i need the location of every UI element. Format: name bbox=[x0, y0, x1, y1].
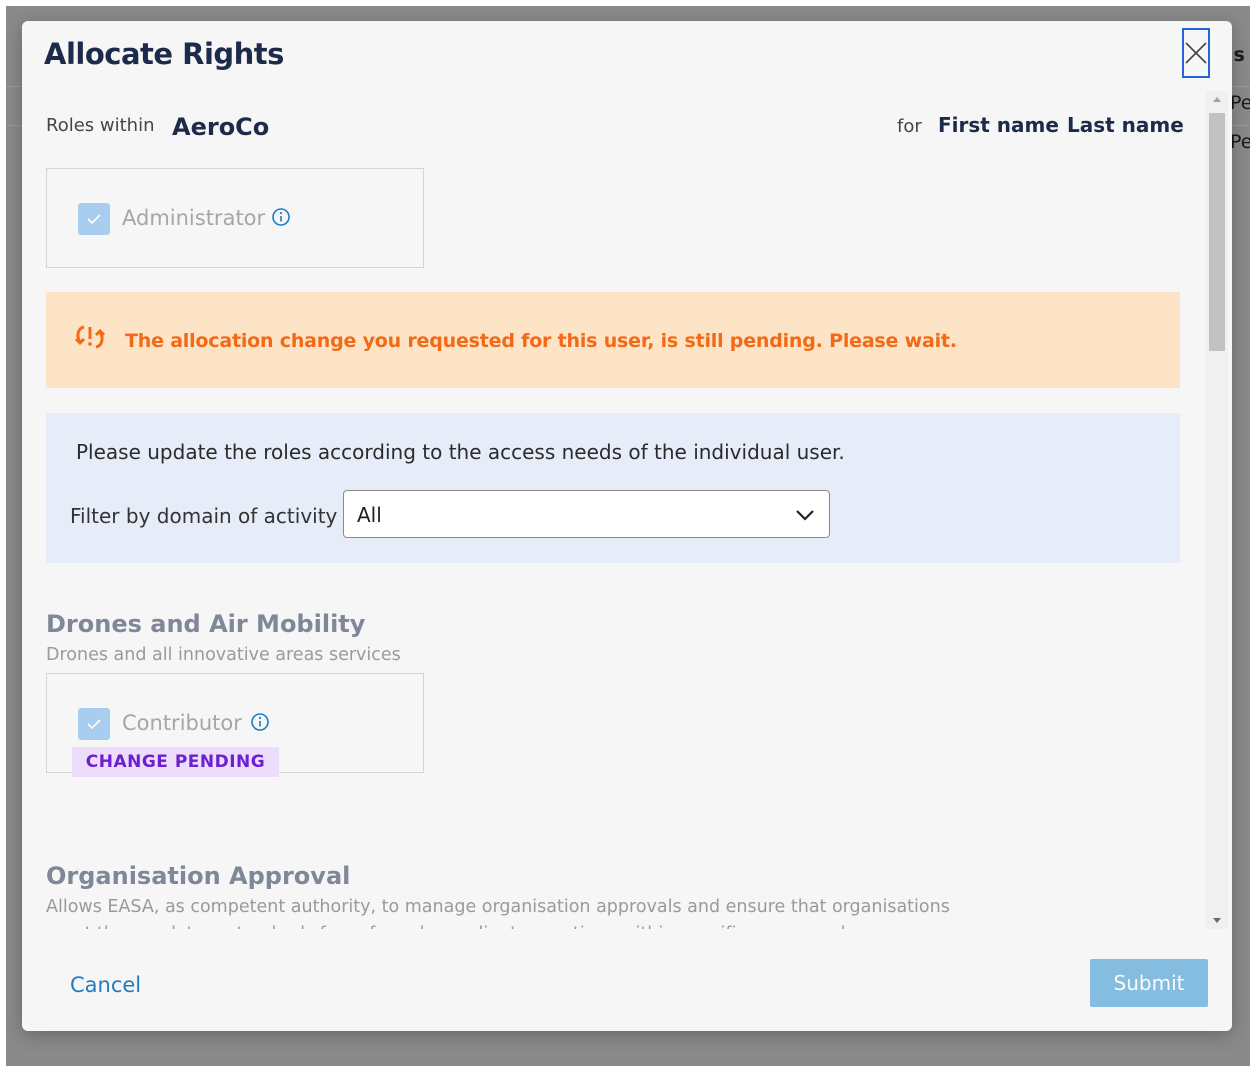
chevron-down-icon bbox=[796, 510, 814, 521]
section-title-drones: Drones and Air Mobility bbox=[46, 610, 366, 638]
section-title-organisation-approval: Organisation Approval bbox=[46, 862, 351, 890]
scroll-down-arrow-icon[interactable] bbox=[1213, 918, 1221, 923]
instructions-text: Please update the roles according to the… bbox=[76, 440, 845, 464]
checkmark-icon bbox=[87, 719, 101, 730]
role-card-administrator: Administrator bbox=[46, 168, 424, 268]
role-card-contributor: Contributor CHANGE PENDING bbox=[46, 673, 424, 777]
dialog-title: Allocate Rights bbox=[44, 37, 284, 71]
checkmark-icon bbox=[87, 214, 101, 225]
user-first-name: First name bbox=[938, 113, 1059, 137]
for-label: for bbox=[897, 116, 922, 137]
dialog-content: Roles within AeroCo for First name Last … bbox=[22, 91, 1207, 929]
contributor-checkbox[interactable] bbox=[78, 708, 110, 740]
submit-button[interactable]: Submit bbox=[1090, 959, 1208, 1007]
pending-warning-text: The allocation change you requested for … bbox=[125, 330, 957, 352]
administrator-label: Administrator bbox=[122, 206, 266, 230]
background-row-text: Pe bbox=[1230, 131, 1250, 153]
domain-filter-value: All bbox=[357, 503, 382, 527]
info-icon[interactable] bbox=[271, 207, 291, 227]
user-last-name: Last name bbox=[1067, 113, 1184, 137]
section-description-drones: Drones and all innovative areas services bbox=[46, 645, 401, 665]
cancel-button[interactable]: Cancel bbox=[70, 973, 141, 997]
contributor-label: Contributor bbox=[122, 711, 242, 735]
allocate-rights-dialog: Allocate Rights Roles within AeroCo for … bbox=[22, 21, 1232, 1031]
filter-panel: Please update the roles according to the… bbox=[46, 413, 1180, 563]
roles-context-line: Roles within AeroCo for First name Last … bbox=[46, 113, 1186, 143]
administrator-checkbox[interactable] bbox=[78, 203, 110, 235]
section-description-organisation-approval: Allows EASA, as competent authority, to … bbox=[46, 894, 1006, 929]
scroll-up-arrow-icon[interactable] bbox=[1213, 97, 1221, 102]
close-button[interactable] bbox=[1182, 28, 1210, 78]
info-icon[interactable] bbox=[250, 712, 270, 732]
domain-filter-select[interactable]: All bbox=[343, 490, 830, 538]
roles-within-label: Roles within bbox=[46, 115, 155, 136]
pending-refresh-icon bbox=[74, 325, 106, 349]
scrollbar-thumb[interactable] bbox=[1209, 113, 1225, 351]
organisation-name: AeroCo bbox=[172, 113, 270, 141]
description-line: meet the regulatory standards for safe a… bbox=[46, 921, 1006, 929]
pending-warning-banner: The allocation change you requested for … bbox=[46, 292, 1180, 388]
change-pending-badge: CHANGE PENDING bbox=[72, 747, 279, 777]
background-row-text: Pe bbox=[1230, 92, 1250, 114]
filter-label: Filter by domain of activity bbox=[70, 504, 338, 528]
description-line: Allows EASA, as competent authority, to … bbox=[46, 897, 950, 917]
close-icon bbox=[1185, 42, 1207, 64]
dialog-scrollbar[interactable] bbox=[1206, 91, 1228, 929]
